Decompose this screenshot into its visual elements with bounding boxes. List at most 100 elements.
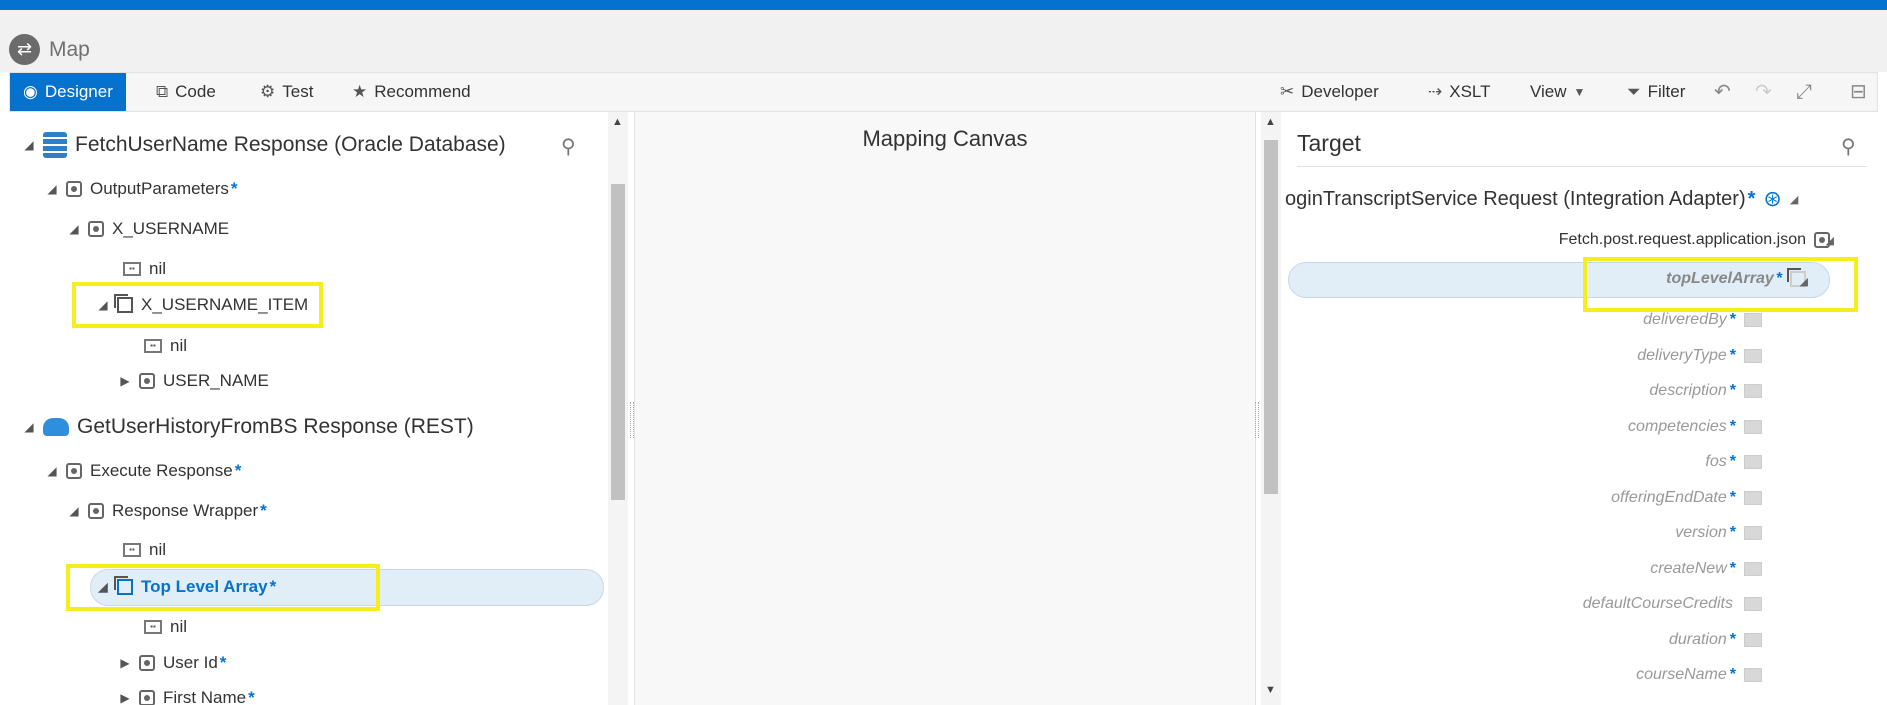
target-title: Target xyxy=(1297,130,1361,156)
mapping-canvas[interactable]: Mapping Canvas xyxy=(634,112,1256,705)
xslt-icon: ⇢ xyxy=(1428,82,1443,101)
developer-button[interactable]: ✂ Developer xyxy=(1280,73,1379,111)
highlight-box xyxy=(66,564,380,611)
target-field[interactable]: competencies * xyxy=(1628,413,1762,441)
tree-node-first-name[interactable]: ▶ First Name * xyxy=(119,683,255,705)
scroll-up-icon[interactable]: ▲ xyxy=(1265,116,1276,128)
splitter-handle[interactable] xyxy=(1254,112,1260,705)
element-icon xyxy=(139,690,155,705)
tree-node-outputparameters[interactable]: ◢ OutputParameters * xyxy=(46,174,237,204)
divider xyxy=(1297,166,1867,167)
scroll-thumb[interactable] xyxy=(1264,140,1278,494)
tools-icon: ✂ xyxy=(1280,82,1295,101)
code-button[interactable]: ⧉ Code xyxy=(156,73,216,111)
recommend-button[interactable]: ★ Recommend xyxy=(352,73,471,111)
collapse-icon[interactable]: ◢ xyxy=(23,420,35,434)
highlight-box xyxy=(72,282,323,328)
target-field[interactable]: defaultCourseCredits xyxy=(1583,590,1762,618)
field-type-icon xyxy=(1744,597,1762,611)
source-scrollbar[interactable]: ▲ xyxy=(608,112,628,705)
tree-node-response-wrapper[interactable]: ◢ Response Wrapper * xyxy=(68,496,266,526)
panel-toggle-icon[interactable]: ⊟ xyxy=(1850,73,1867,111)
field-type-icon xyxy=(1744,313,1762,327)
target-field[interactable]: description * xyxy=(1649,377,1762,405)
cloud-icon xyxy=(43,418,69,436)
view-menu[interactable]: View ▼ xyxy=(1530,73,1585,111)
canvas-title: Mapping Canvas xyxy=(862,126,1028,151)
target-scrollbar[interactable]: ▲ ▼ xyxy=(1261,112,1281,705)
undo-icon[interactable]: ↶ xyxy=(1714,73,1731,111)
target-field[interactable]: duration * xyxy=(1669,626,1762,654)
source-panel: ◢ FetchUserName Response (Oracle Databas… xyxy=(9,112,609,705)
collapse-icon[interactable]: ◢ xyxy=(46,464,58,478)
xslt-button[interactable]: ⇢ XSLT xyxy=(1428,73,1491,111)
collapse-icon[interactable]: ◢ xyxy=(46,182,58,196)
database-icon xyxy=(43,132,67,158)
collapse-icon[interactable]: ◢ xyxy=(68,504,80,518)
scroll-down-icon[interactable]: ▼ xyxy=(1265,684,1276,696)
scroll-thumb[interactable] xyxy=(611,184,625,500)
tree-node-user-id[interactable]: ▶ User Id * xyxy=(119,648,226,678)
collapse-icon[interactable]: ◢ xyxy=(1826,234,1834,247)
expand-icon[interactable]: ▶ xyxy=(119,656,131,670)
field-type-icon xyxy=(1744,455,1762,469)
scroll-up-icon[interactable]: ▲ xyxy=(612,116,623,128)
tree-node-fetch-request[interactable]: Fetch.post.request.application.json xyxy=(1559,225,1830,255)
expand-icon[interactable]: ▶ xyxy=(119,691,131,705)
chevron-down-icon: ▼ xyxy=(1573,85,1586,99)
collapse-icon[interactable]: ◢ xyxy=(1790,193,1798,206)
field-type-icon xyxy=(1744,419,1762,434)
element-icon xyxy=(139,373,155,389)
search-icon[interactable]: ⚲ xyxy=(1841,134,1856,159)
star-icon: ★ xyxy=(352,82,368,101)
gear-icon: ⚙ xyxy=(260,82,276,101)
source-root-getuserhistory[interactable]: ◢ GetUserHistoryFromBS Response (REST) xyxy=(23,412,473,442)
target-field[interactable]: deliveredBy * xyxy=(1643,306,1762,334)
filter-button[interactable]: ⏷ Filter xyxy=(1627,73,1685,111)
field-type-icon xyxy=(1744,561,1762,576)
field-type-icon xyxy=(1744,384,1762,398)
tree-node-execute-response[interactable]: ◢ Execute Response * xyxy=(46,456,241,486)
target-field[interactable]: offeringEndDate * xyxy=(1611,484,1762,512)
tree-node-x-username[interactable]: ◢ X_USERNAME xyxy=(68,214,229,244)
top-accent-bar xyxy=(0,0,1887,10)
tree-node-user-name[interactable]: ▶ USER_NAME xyxy=(119,366,268,396)
target-field[interactable]: deliveryType * xyxy=(1637,342,1762,370)
attribute-icon: ▪▪ xyxy=(123,262,141,276)
tree-node-nil[interactable]: ▪▪ nil xyxy=(144,331,187,361)
attribute-icon: ▪▪ xyxy=(144,339,162,353)
attribute-icon: ▪▪ xyxy=(144,620,162,634)
toolbar: ◉ Designer ⧉ Code ⚙ Test ★ Recommend ✂ Develo… xyxy=(9,72,1878,112)
field-type-icon xyxy=(1744,348,1762,363)
page-title: Map xyxy=(49,38,90,61)
tree-node-nil[interactable]: ▪▪ nil xyxy=(144,612,187,642)
source-root-fetchusername[interactable]: ◢ FetchUserName Response (Oracle Databas… xyxy=(23,130,506,160)
element-icon xyxy=(139,655,155,671)
element-icon xyxy=(88,503,104,519)
title-bar: ⇄ Map xyxy=(0,10,1887,72)
attribute-icon: ▪▪ xyxy=(123,543,141,557)
expand-icon[interactable]: ⤢ xyxy=(1796,73,1812,111)
expand-icon[interactable]: ▶ xyxy=(119,374,131,388)
collapse-icon[interactable]: ◢ xyxy=(68,222,80,236)
field-type-icon xyxy=(1744,490,1762,505)
tree-node-nil[interactable]: ▪▪ nil xyxy=(123,254,166,284)
target-root[interactable]: oginTranscriptService Request (Integrati… xyxy=(1285,184,1798,214)
integration-adapter-icon: ⊛ xyxy=(1763,186,1782,211)
test-button[interactable]: ⚙ Test xyxy=(260,73,313,111)
element-icon xyxy=(66,463,82,479)
tree-node-nil[interactable]: ▪▪ nil xyxy=(123,535,166,565)
target-field[interactable]: courseName * xyxy=(1636,661,1762,689)
code-icon: ⧉ xyxy=(156,82,169,101)
designer-button[interactable]: ◉ Designer xyxy=(10,73,126,111)
highlight-box xyxy=(1583,257,1858,312)
redo-icon[interactable]: ↷ xyxy=(1755,73,1772,111)
target-field[interactable]: createNew * xyxy=(1650,555,1762,583)
target-field[interactable]: version * xyxy=(1675,519,1762,547)
collapse-icon[interactable]: ◢ xyxy=(23,138,35,152)
search-icon[interactable]: ⚲ xyxy=(561,134,576,159)
element-icon xyxy=(66,181,82,197)
target-field[interactable]: fos * xyxy=(1705,448,1762,476)
filter-icon: ⏷ xyxy=(1627,82,1641,101)
field-type-icon xyxy=(1744,668,1762,682)
